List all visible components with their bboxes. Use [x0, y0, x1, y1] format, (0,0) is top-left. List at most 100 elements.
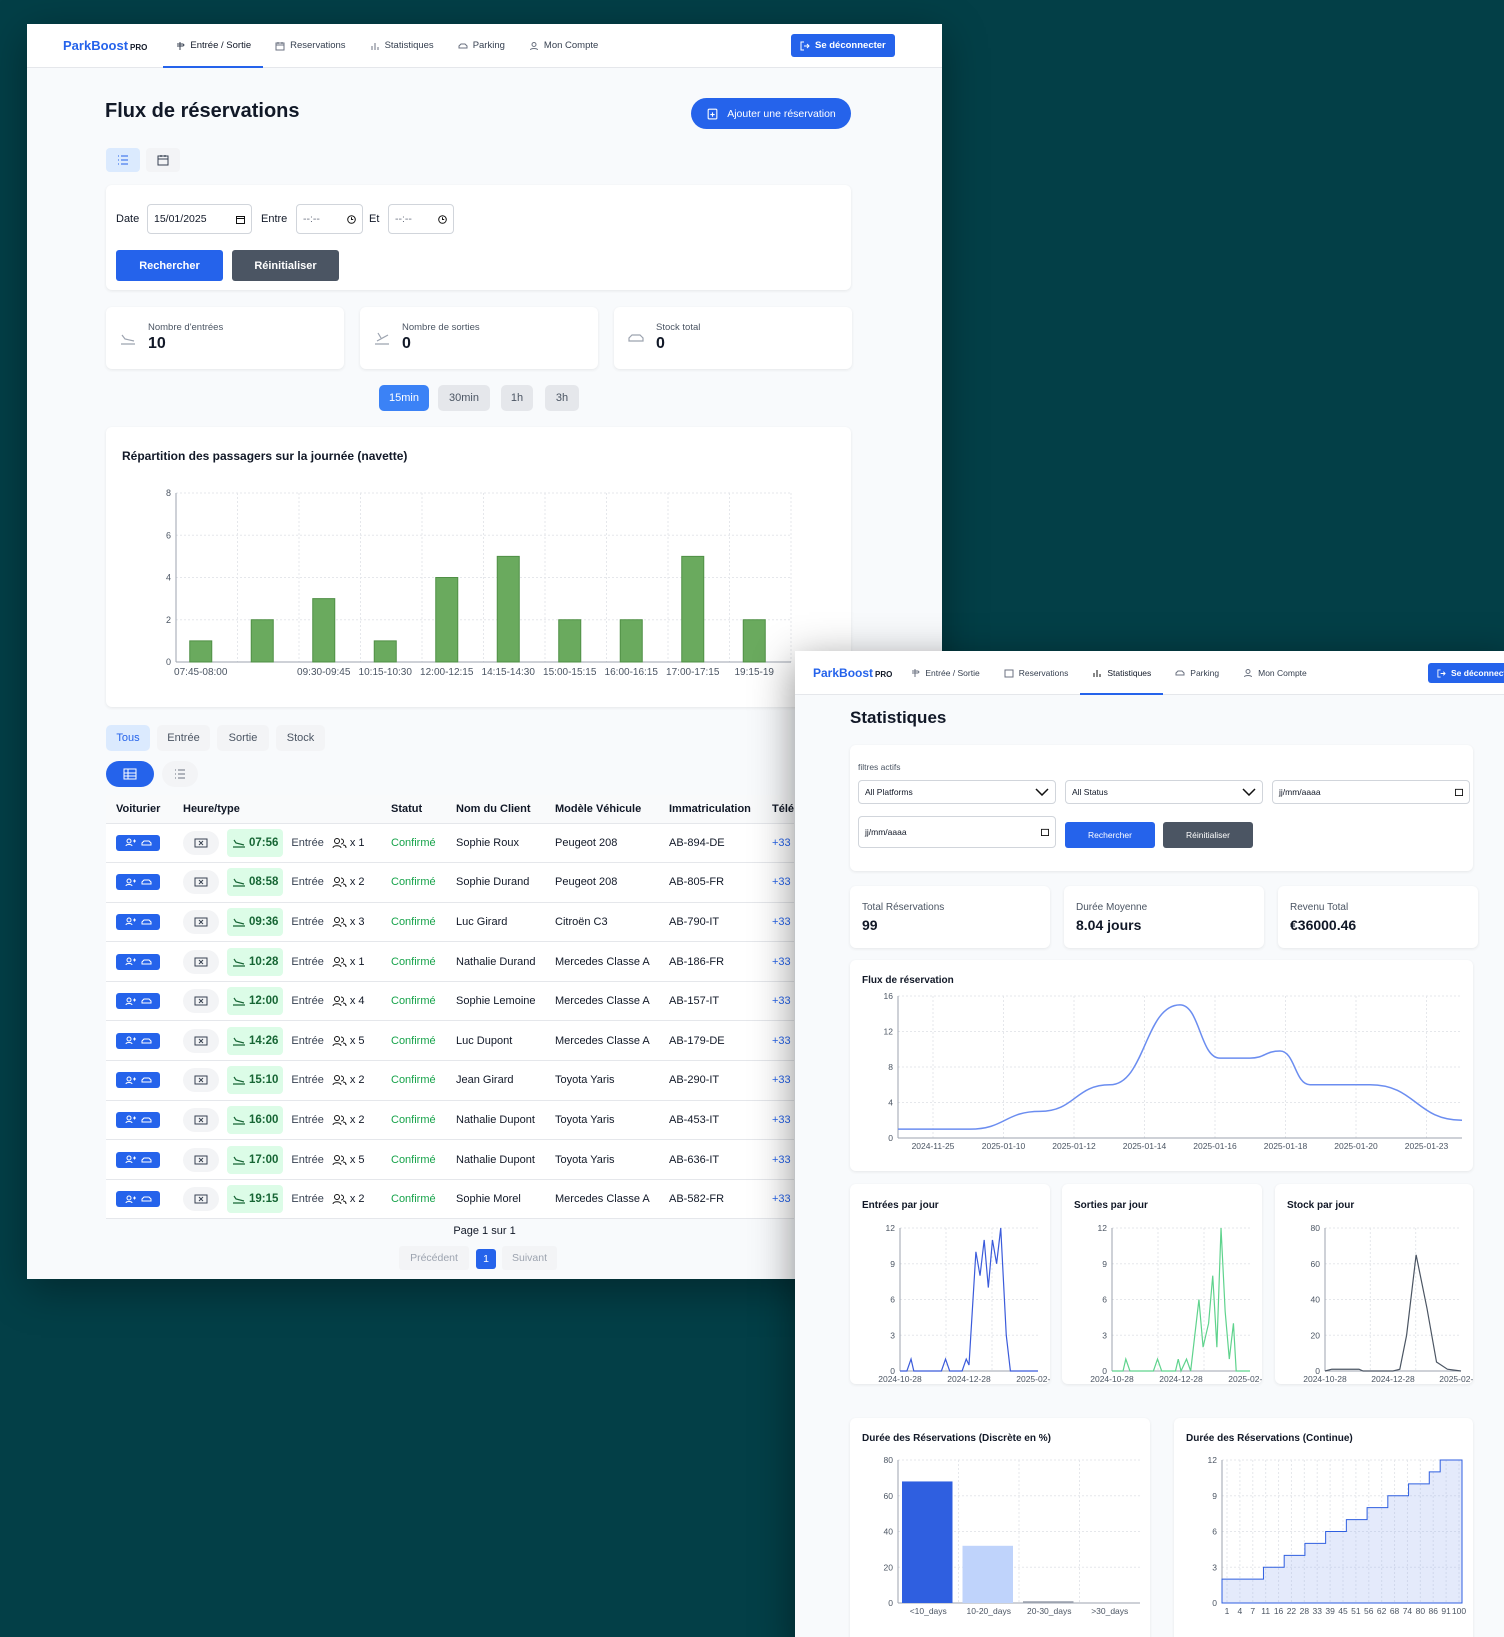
phone-cell[interactable]: +33 — [762, 862, 795, 903]
table-row[interactable]: 07:56 Entrée x 1 Confirmé Sophie Roux Peugeot… — [106, 823, 795, 864]
x-tick-label: 2025-01-16 — [1193, 1141, 1237, 1151]
assign-valet-button[interactable] — [116, 953, 160, 970]
ticket-button[interactable] — [183, 1028, 219, 1053]
y-tick-label: 80 — [1311, 1223, 1321, 1233]
phone-cell[interactable]: +33 — [762, 1020, 795, 1062]
nav-parking[interactable]: Parking — [446, 24, 517, 68]
phone-cell[interactable]: +33 — [762, 1179, 795, 1220]
interval-3h[interactable]: 3h — [545, 385, 579, 411]
tab-all[interactable]: Tous — [106, 725, 150, 751]
passenger-count: x 5 — [332, 1154, 365, 1166]
table-row[interactable]: 10:28 Entrée x 1 Confirmé Nathalie Durand Mer… — [106, 941, 795, 982]
y-tick-label: 3 — [1212, 1562, 1217, 1572]
car-icon — [141, 919, 151, 925]
phone-cell[interactable]: +33 — [762, 823, 795, 864]
next-page-button[interactable]: Suivant — [502, 1246, 557, 1270]
nav-entree-sortie[interactable]: Entrée / Sortie — [163, 24, 263, 68]
x-tick-label: 7 — [1250, 1606, 1255, 1616]
nav-statistiques[interactable]: Statistiques — [1080, 651, 1164, 695]
table-row[interactable]: 08:58 Entrée x 2 Confirmé Sophie Durand Peuge… — [106, 862, 795, 903]
status-cell: Confirmé — [381, 902, 446, 943]
tab-sortie[interactable]: Sortie — [217, 725, 269, 751]
assign-valet-button[interactable] — [116, 874, 160, 891]
nav-reservations[interactable]: Reservations — [992, 651, 1081, 695]
ticket-button[interactable] — [183, 870, 219, 895]
users-icon — [332, 837, 347, 848]
logout-button[interactable]: Se déconnecter — [791, 34, 895, 57]
nav-mon-compte[interactable]: Mon Compte — [517, 24, 610, 68]
ticket-button[interactable] — [183, 989, 219, 1014]
entrees-chart-card: Entrées par jour 0 3 6 9 12 2024-10-28 2024-12… — [850, 1184, 1050, 1384]
prev-page-button[interactable]: Précédent — [399, 1246, 469, 1270]
nav-reservations[interactable]: Reservations — [263, 24, 357, 68]
ticket-button[interactable] — [183, 909, 219, 934]
table-row[interactable]: 19:15 Entrée x 2 Confirmé Sophie Morel Merced… — [106, 1179, 795, 1220]
assign-valet-button[interactable] — [116, 913, 160, 930]
table-row[interactable]: 09:36 Entrée x 3 Confirmé Luc Girard Citroën … — [106, 902, 795, 943]
nav-parking[interactable]: Parking — [1163, 651, 1231, 695]
table-row[interactable]: 17:00 Entrée x 5 Confirmé Nathalie Dupont Toy… — [106, 1139, 795, 1180]
tab-entree[interactable]: Entrée — [157, 725, 210, 751]
brand-logo[interactable]: ParkBoost PRO — [63, 38, 147, 53]
calendar-icon — [275, 41, 285, 50]
phone-cell[interactable]: +33 — [762, 981, 795, 1022]
y-tick-label: 0 — [1212, 1598, 1217, 1608]
table-row[interactable]: 12:00 Entrée x 4 Confirmé Sophie Lemoine Merc… — [106, 981, 795, 1022]
status-select[interactable]: All Status — [1065, 780, 1263, 804]
table-row[interactable]: 14:26 Entrée x 5 Confirmé Luc Dupont Mercedes… — [106, 1020, 795, 1062]
interval-15min[interactable]: 15min — [379, 385, 429, 411]
assign-valet-button[interactable] — [116, 1032, 160, 1049]
time-value: 15:10 — [249, 1074, 279, 1087]
time-badge: 09:36 — [227, 907, 284, 936]
add-reservation-button[interactable]: Ajouter une réservation — [691, 98, 851, 129]
ticket-button[interactable] — [183, 1147, 219, 1172]
nav-entree-sortie[interactable]: Entrée / Sortie — [898, 651, 991, 695]
search-button[interactable]: Rechercher — [116, 250, 223, 281]
y-tick-label: 40 — [884, 1527, 894, 1537]
ticket-button[interactable] — [183, 830, 219, 855]
page-1-button[interactable]: 1 — [476, 1249, 496, 1269]
ticket-icon — [194, 1194, 208, 1204]
reset-button[interactable]: Réinitialiser — [232, 250, 339, 281]
list-view-toggle[interactable] — [162, 761, 198, 787]
brand-logo[interactable]: ParkBoost PRO — [813, 666, 892, 680]
ticket-button[interactable] — [183, 949, 219, 974]
logout-button[interactable]: Se déconnecter — [1428, 663, 1504, 683]
stat-label: Durée Moyenne — [1076, 902, 1148, 913]
users-icon — [332, 1154, 347, 1165]
assign-valet-button[interactable] — [116, 834, 160, 851]
assign-valet-button[interactable] — [116, 993, 160, 1010]
phone-cell[interactable]: +33 — [762, 941, 795, 982]
nav-mon-compte[interactable]: Mon Compte — [1231, 651, 1319, 695]
phone-cell[interactable]: +33 — [762, 1100, 795, 1141]
ticket-button[interactable] — [183, 1068, 219, 1093]
passenger-count: x 2 — [332, 876, 365, 888]
phone-cell[interactable]: +33 — [762, 902, 795, 943]
end-time-input[interactable]: --:-- — [388, 204, 454, 234]
platform-select[interactable]: All Platforms — [858, 780, 1056, 804]
assign-valet-button[interactable] — [116, 1191, 160, 1208]
start-time-input[interactable]: --:-- — [296, 204, 363, 234]
interval-1h[interactable]: 1h — [501, 385, 533, 411]
list-view-toggle[interactable] — [106, 148, 140, 172]
assign-valet-button[interactable] — [116, 1072, 160, 1089]
table-view-toggle[interactable] — [106, 761, 154, 787]
table-row[interactable]: 16:00 Entrée x 2 Confirmé Nathalie Dupont Toy… — [106, 1100, 795, 1141]
assign-valet-button[interactable] — [116, 1151, 160, 1168]
search-button[interactable]: Rechercher — [1065, 822, 1155, 848]
end-date-input[interactable]: jj/mm/aaaa — [858, 816, 1056, 848]
start-date-input[interactable]: jj/mm/aaaa — [1272, 780, 1470, 804]
reset-button[interactable]: Réinitialiser — [1163, 822, 1253, 848]
ticket-button[interactable] — [183, 1187, 219, 1212]
page-title: Statistiques — [850, 708, 947, 727]
interval-30min[interactable]: 30min — [438, 385, 490, 411]
ticket-button[interactable] — [183, 1107, 219, 1132]
phone-cell[interactable]: +33 — [762, 1060, 795, 1101]
date-input[interactable]: 15/01/2025 — [147, 204, 252, 234]
phone-cell[interactable]: +33 — [762, 1139, 795, 1180]
table-row[interactable]: 15:10 Entrée x 2 Confirmé Jean Girard Toyota … — [106, 1060, 795, 1101]
nav-statistiques[interactable]: Statistiques — [358, 24, 446, 68]
assign-valet-button[interactable] — [116, 1111, 160, 1128]
tab-stock[interactable]: Stock — [276, 725, 325, 751]
calendar-view-toggle[interactable] — [146, 148, 180, 172]
